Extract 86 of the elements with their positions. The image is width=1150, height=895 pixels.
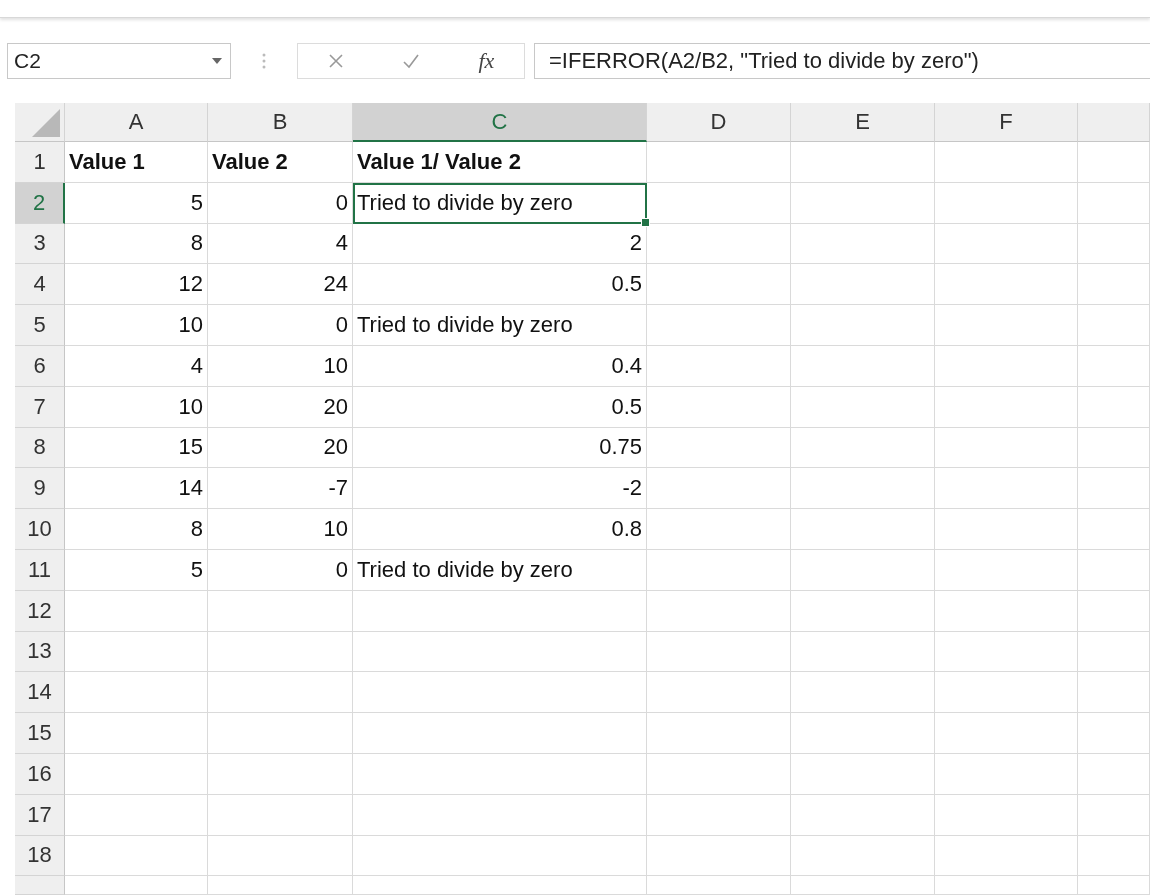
row-header[interactable]: 7: [15, 386, 65, 428]
table-cell: 0: [208, 182, 353, 224]
row-header[interactable]: 6: [15, 346, 65, 387]
empty-cell: [1078, 794, 1150, 836]
cancel-icon[interactable]: [327, 52, 344, 69]
check-icon[interactable]: [403, 52, 420, 69]
table-cell: 8: [65, 509, 208, 550]
fill-handle[interactable]: [641, 217, 650, 227]
column-header[interactable]: A: [65, 103, 208, 142]
empty-cell: [1078, 223, 1150, 265]
table-cell: -2: [353, 468, 647, 510]
row-header[interactable]: 8: [15, 427, 65, 469]
empty-cell: [1078, 264, 1150, 306]
empty-cell: [1078, 468, 1150, 510]
table-cell: 2: [353, 223, 647, 265]
table-cell: 20: [208, 427, 353, 469]
row-header[interactable]: 17: [15, 794, 65, 836]
column-header[interactable]: F: [935, 103, 1078, 142]
row-header[interactable]: 1: [15, 142, 65, 183]
table-cell: 0: [208, 305, 353, 346]
table-cell: 20: [208, 386, 353, 428]
row-header[interactable]: 12: [15, 590, 65, 632]
table-cell: 10: [65, 305, 208, 346]
empty-cell: [1078, 305, 1150, 346]
empty-cell: [1078, 835, 1150, 877]
empty-cell: [1078, 427, 1150, 469]
table-cell: Value 1: [65, 142, 208, 183]
empty-cell: [1078, 753, 1150, 795]
column-header[interactable]: [1078, 103, 1150, 142]
row-header[interactable]: 10: [15, 509, 65, 550]
table-cell: 14: [65, 468, 208, 510]
table-cell: 8: [65, 223, 208, 265]
row-header[interactable]: 14: [15, 672, 65, 714]
empty-cell: [1078, 672, 1150, 714]
name-box[interactable]: C2: [7, 42, 231, 79]
row-header[interactable]: 2: [15, 182, 65, 224]
table-cell: Value 2: [208, 142, 353, 183]
empty-cell: [1078, 509, 1150, 550]
row-header[interactable]: 15: [15, 713, 65, 754]
table-cell: 10: [208, 346, 353, 387]
empty-cell: [1078, 549, 1150, 591]
select-all-button[interactable]: [15, 103, 65, 142]
table-cell: 0.4: [353, 346, 647, 387]
column-header[interactable]: B: [208, 103, 353, 142]
row-header[interactable]: 4: [15, 264, 65, 306]
table-cell: 0.8: [353, 509, 647, 550]
table-cell: 5: [65, 182, 208, 224]
table-cell: Tried to divide by zero: [353, 182, 647, 224]
insert-function-button[interactable]: fx: [478, 47, 495, 74]
table-cell: 0.5: [353, 386, 647, 428]
column-header[interactable]: E: [791, 103, 935, 142]
column-header[interactable]: D: [647, 103, 791, 142]
table-cell: 0: [208, 549, 353, 591]
table-cell: 10: [208, 509, 353, 550]
table-cell: 4: [65, 346, 208, 387]
empty-cell: [1078, 386, 1150, 428]
drag-handle-icon[interactable]: [262, 51, 266, 70]
row-header[interactable]: 5: [15, 305, 65, 346]
table-cell: Value 1/ Value 2: [353, 142, 647, 183]
table-cell: 10: [65, 386, 208, 428]
table-cell: 0.5: [353, 264, 647, 306]
row-header[interactable]: 18: [15, 835, 65, 877]
caret-icon[interactable]: [212, 57, 222, 64]
row-header[interactable]: 16: [15, 753, 65, 795]
empty-cell: [1078, 346, 1150, 387]
empty-cell: [1078, 876, 1150, 895]
table-cell: -7: [208, 468, 353, 510]
column-header[interactable]: C: [353, 103, 647, 142]
empty-cell: [1078, 182, 1150, 224]
row-header[interactable]: 13: [15, 631, 65, 673]
table-cell: 12: [65, 264, 208, 306]
formula-field[interactable]: =IFERROR(A2/B2, "Tried to divide by zero"): [534, 42, 1150, 79]
table-cell: Tried to divide by zero: [353, 305, 647, 346]
table-cell: 0.75: [353, 427, 647, 469]
table-cell: 4: [208, 223, 353, 265]
empty-cell: [1078, 631, 1150, 673]
row-header[interactable]: 3: [15, 223, 65, 265]
table-cell: Tried to divide by zero: [353, 549, 647, 591]
table-cell: 5: [65, 549, 208, 591]
table-cell: 24: [208, 264, 353, 306]
empty-cell: [1078, 713, 1150, 754]
row-header[interactable]: 11: [15, 549, 65, 591]
table-cell: 15: [65, 427, 208, 469]
empty-cell: [1078, 142, 1150, 183]
empty-cell: [1078, 590, 1150, 632]
row-header[interactable]: 9: [15, 468, 65, 510]
